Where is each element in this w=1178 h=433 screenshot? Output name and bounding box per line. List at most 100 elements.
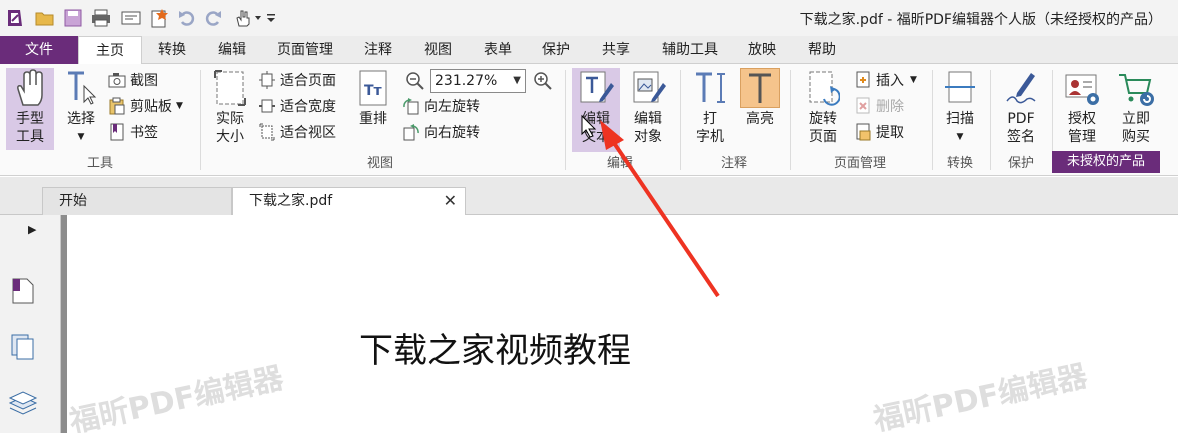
scan-button[interactable]: 扫描 ▼ xyxy=(938,68,982,150)
save-icon[interactable] xyxy=(62,7,84,29)
convert-group-label: 转换 xyxy=(946,156,973,171)
menu-tab-accessibility[interactable]: 辅助工具 xyxy=(652,36,728,64)
menu-tab-slideshow[interactable]: 放映 xyxy=(736,36,788,64)
license-manage-button[interactable]: 授权 管理 xyxy=(1056,68,1108,150)
pdf-sign-button[interactable]: PDF 签名 xyxy=(996,68,1046,150)
rotate-page-label: 旋转 页面 xyxy=(809,111,837,145)
fit-page-button[interactable]: 适合页面 xyxy=(258,69,336,91)
menu-tab-convert[interactable]: 转换 xyxy=(146,36,198,64)
fit-visible-button[interactable]: 适合视区 xyxy=(258,121,336,143)
hand-tool-button[interactable]: 手型 工具 xyxy=(6,68,54,150)
rotate-left-button[interactable]: 向左旋转 xyxy=(402,95,480,117)
fit-width-button[interactable]: 适合宽度 xyxy=(258,95,336,117)
rotate-page-icon xyxy=(803,68,843,108)
close-icon[interactable]: ✕ xyxy=(444,188,457,214)
rotate-right-button[interactable]: 向右旋转 xyxy=(402,121,480,143)
edit-object-icon xyxy=(628,68,668,108)
screenshot-label: 截图 xyxy=(130,73,158,89)
license-manage-label: 授权 管理 xyxy=(1068,111,1096,145)
doc-tab-current[interactable]: 下载之家.pdf ✕ xyxy=(232,187,466,216)
clipboard-dropdown-icon: ▼ xyxy=(176,101,183,111)
watermark-right: 福昕PDF编辑器 xyxy=(870,358,1091,433)
customize-icon[interactable] xyxy=(266,7,276,29)
scan-dropdown-icon: ▼ xyxy=(956,132,964,142)
select-label: 选择 xyxy=(67,111,95,127)
typewriter-label: 打 字机 xyxy=(696,111,724,145)
open-folder-icon[interactable] xyxy=(34,7,56,29)
expand-pane-icon[interactable]: ▶ xyxy=(28,223,36,236)
svg-text:Tт: Tт xyxy=(364,83,383,99)
app-logo-icon xyxy=(4,7,26,29)
menu-tab-file[interactable]: 文件 xyxy=(0,36,78,64)
menu-tab-edit[interactable]: 编辑 xyxy=(206,36,258,64)
bookmark-label: 书签 xyxy=(130,125,158,141)
menu-tab-help[interactable]: 帮助 xyxy=(796,36,848,64)
extract-button[interactable]: 提取 xyxy=(854,121,904,143)
menu-tab-form[interactable]: 表单 xyxy=(472,36,524,64)
edit-text-label: 编辑 文本 xyxy=(582,111,610,145)
scan-icon[interactable] xyxy=(120,7,142,29)
doc-tab-start[interactable]: 开始 xyxy=(42,187,232,215)
new-icon[interactable] xyxy=(148,7,170,29)
redo-icon[interactable] xyxy=(202,7,224,29)
comment-group-label: 注释 xyxy=(720,156,747,171)
insert-page-icon xyxy=(854,71,872,89)
zoom-out-icon[interactable] xyxy=(404,70,426,92)
edit-text-button[interactable]: 编辑 文本 xyxy=(572,68,620,152)
undo-icon[interactable] xyxy=(176,7,198,29)
menu-bar: 文件 主页 转换 编辑 页面管理 注释 视图 表单 保护 共享 辅助工具 放映 … xyxy=(0,36,1178,65)
zoom-select[interactable]: 231.27% ▼ xyxy=(430,69,526,93)
unlicensed-group-label: 未授权的产品 xyxy=(1052,151,1160,173)
navigation-pane: ▶ xyxy=(0,215,61,433)
edit-group-label: 编辑 xyxy=(606,156,633,171)
document-heading[interactable]: 下载之家视频教程 xyxy=(359,323,631,372)
ribbon-separator xyxy=(790,70,791,170)
reflow-button[interactable]: Tт 重排 xyxy=(352,68,394,150)
menu-tab-share[interactable]: 共享 xyxy=(590,36,642,64)
insert-label: 插入 xyxy=(876,73,904,89)
menu-tab-page-management[interactable]: 页面管理 xyxy=(264,36,346,64)
delete-button[interactable]: 删除 xyxy=(854,95,904,117)
ribbon-separator xyxy=(680,70,681,170)
title-bar: 下载之家.pdf - 福昕PDF编辑器个人版（未经授权的产品） xyxy=(0,0,1178,36)
ribbon-separator xyxy=(990,70,991,170)
zoom-value: 231.27% xyxy=(435,73,498,89)
fit-visible-label: 适合视区 xyxy=(280,125,336,141)
menu-tab-view[interactable]: 视图 xyxy=(412,36,464,64)
actual-size-button[interactable]: 实际 大小 xyxy=(208,68,252,150)
typewriter-button[interactable]: 打 字机 xyxy=(690,68,730,150)
rotate-page-button[interactable]: 旋转 页面 xyxy=(798,68,848,150)
view-group-label: 视图 xyxy=(366,156,393,171)
screenshot-button[interactable]: 截图 xyxy=(108,69,158,91)
bookmark-button[interactable]: 书签 xyxy=(108,121,158,143)
extract-page-icon xyxy=(854,123,872,141)
insert-button[interactable]: 插入 ▼ xyxy=(854,69,917,91)
actual-size-icon xyxy=(210,68,250,108)
ribbon-separator xyxy=(565,70,566,170)
tools-group-label: 工具 xyxy=(86,156,113,171)
clipboard-icon xyxy=(108,97,126,115)
buy-now-button[interactable]: 立即 购买 xyxy=(1110,68,1162,150)
document-area: 下载之家视频教程 福昕PDF编辑器 福昕PDF编辑器 xyxy=(61,215,1178,433)
select-button[interactable]: 选择 ▼ xyxy=(60,68,102,150)
clipboard-button[interactable]: 剪贴板 ▼ xyxy=(108,95,183,117)
bookmark-icon xyxy=(108,123,126,141)
zoom-dropdown-icon[interactable]: ▼ xyxy=(513,70,521,92)
print-icon[interactable] xyxy=(90,7,112,29)
scanner-icon xyxy=(940,68,980,108)
ribbon: 手型 工具 选择 ▼ 截图 剪贴板 ▼ 书签 工具 实际 大小 适合页面 适合宽… xyxy=(0,64,1178,176)
menu-tab-home[interactable]: 主页 xyxy=(78,36,142,65)
layers-icon[interactable] xyxy=(8,389,38,421)
edit-object-button[interactable]: 编辑 对象 xyxy=(624,68,672,150)
menu-tab-comment[interactable]: 注释 xyxy=(352,36,404,64)
hand-tool-icon[interactable] xyxy=(232,7,266,29)
chevron-down-icon: ▼ xyxy=(77,132,85,142)
fit-width-label: 适合宽度 xyxy=(280,99,336,115)
pdf-sign-label: PDF 签名 xyxy=(1007,111,1035,145)
layers-pages-icon[interactable] xyxy=(10,333,36,365)
zoom-in-icon[interactable] xyxy=(532,70,554,92)
menu-tab-protect[interactable]: 保护 xyxy=(530,36,582,64)
pages-thumbnail-icon[interactable] xyxy=(10,277,36,309)
highlight-button[interactable]: 高亮 xyxy=(738,68,782,150)
fit-visible-icon xyxy=(258,123,276,141)
